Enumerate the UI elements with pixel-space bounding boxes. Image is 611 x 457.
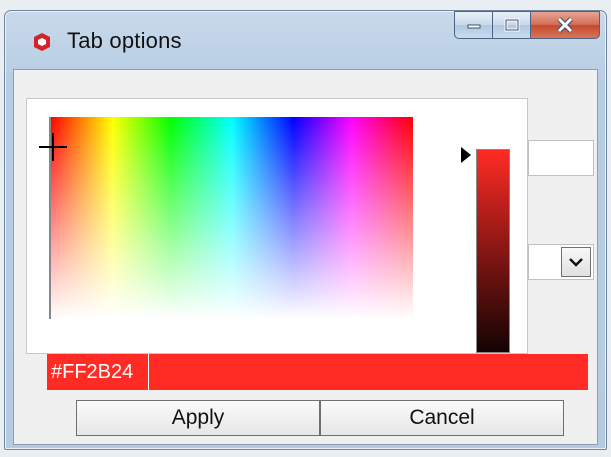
dropdown-button[interactable] <box>561 247 591 277</box>
maximize-button[interactable] <box>492 11 530 39</box>
hex-color-input[interactable] <box>47 354 149 390</box>
slider-arrow-icon[interactable] <box>461 147 471 163</box>
chevron-down-icon <box>569 258 583 267</box>
color-picker-panel <box>26 98 528 354</box>
maximize-icon <box>504 18 519 32</box>
caption-buttons <box>454 11 600 41</box>
title-bar[interactable]: Tab options <box>5 11 606 69</box>
close-button[interactable] <box>530 11 600 39</box>
window-title: Tab options <box>67 28 182 53</box>
cancel-button[interactable]: Cancel <box>320 400 564 436</box>
crosshair-icon[interactable] <box>39 133 67 161</box>
side-dropdown[interactable] <box>528 244 594 280</box>
close-icon <box>557 17 573 33</box>
side-input-field[interactable] <box>528 140 594 176</box>
minimize-button[interactable] <box>454 11 492 39</box>
color-preview-bar <box>47 354 588 390</box>
luminance-slider[interactable] <box>476 149 510 353</box>
sketchup-icon <box>34 33 50 51</box>
dialog-body: Apply Cancel <box>13 69 598 445</box>
minimize-icon <box>467 24 480 29</box>
apply-button[interactable]: Apply <box>76 400 320 436</box>
color-spectrum[interactable] <box>39 117 413 319</box>
dialog-window: Tab options #FF2B24 Apply Cancel <box>4 10 607 450</box>
